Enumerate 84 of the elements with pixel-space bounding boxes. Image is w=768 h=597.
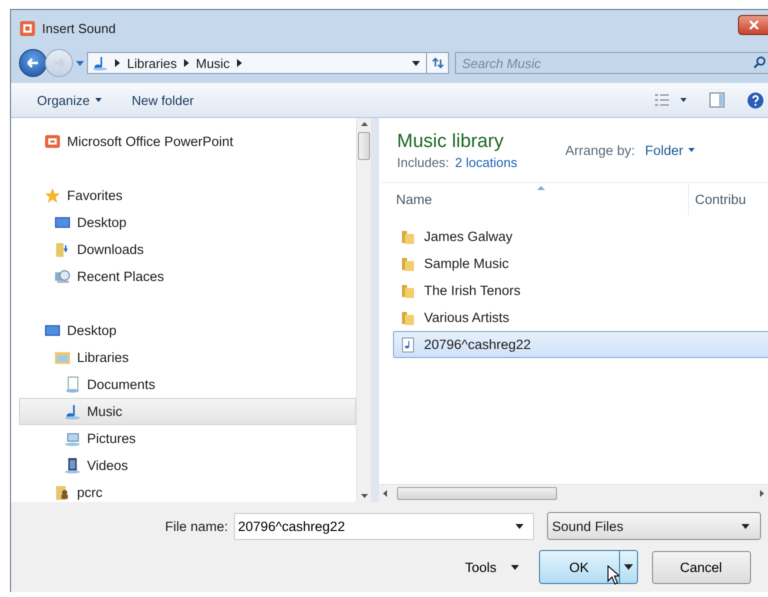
file-row[interactable]: Sample Music <box>393 250 768 277</box>
nav-item[interactable]: Documents <box>19 371 356 398</box>
recent-places-icon <box>54 268 71 285</box>
file-row[interactable]: 20796^cashreg22 <box>393 331 768 358</box>
new-folder-button[interactable]: New folder <box>124 88 202 112</box>
powerpoint-icon <box>44 133 61 150</box>
chevron-icon[interactable] <box>236 59 242 67</box>
view-list-icon[interactable] <box>654 93 670 107</box>
nav-item[interactable]: Desktop <box>19 317 356 344</box>
file-row[interactable]: The Irish Tenors <box>393 277 768 304</box>
breadcrumb[interactable]: Music <box>196 56 230 70</box>
sort-arrow-icon <box>537 186 545 190</box>
nav-item[interactable]: Desktop <box>19 209 356 236</box>
vertical-scrollbar[interactable] <box>356 118 371 502</box>
caret-icon <box>624 564 633 570</box>
locations-link[interactable]: 2 locations <box>455 154 518 170</box>
nav-item[interactable]: Downloads <box>19 236 356 263</box>
caret-icon <box>510 564 519 570</box>
window-title: Insert Sound <box>42 20 116 36</box>
film-icon <box>64 457 81 474</box>
nav-item[interactable]: pcrc <box>19 479 356 502</box>
help-icon[interactable] <box>747 92 764 108</box>
folder-icon <box>400 310 416 326</box>
column-header[interactable]: Contribu <box>689 183 768 215</box>
caret-icon <box>741 524 750 528</box>
refresh-button[interactable] <box>427 52 449 74</box>
libraries-icon <box>54 349 71 366</box>
address-bar[interactable]: Libraries Music <box>87 52 427 74</box>
folder-icon <box>400 282 416 298</box>
file-row[interactable]: James Galway <box>393 223 768 250</box>
back-button[interactable] <box>19 49 47 77</box>
desktop-icon <box>44 322 61 339</box>
file-row[interactable]: Various Artists <box>393 304 768 331</box>
folder-icon <box>400 256 416 272</box>
caret-icon[interactable] <box>515 524 524 528</box>
file-name-label: File name: <box>165 518 228 534</box>
column-header[interactable]: Name <box>379 183 689 215</box>
search-icon[interactable] <box>753 56 766 69</box>
arrange-label: Arrange by: <box>565 142 635 158</box>
nav-item[interactable]: Recent Places <box>19 263 356 290</box>
breadcrumb[interactable]: Libraries <box>127 56 177 70</box>
audio-file-icon <box>400 336 416 352</box>
nav-item[interactable]: Videos <box>19 452 356 479</box>
nav-item[interactable]: Music <box>19 398 356 425</box>
nav-item[interactable]: Microsoft Office PowerPoint <box>19 128 356 155</box>
pictures-icon <box>64 430 81 447</box>
close-button[interactable] <box>738 15 768 35</box>
library-title: Music library <box>397 130 505 152</box>
chevron-icon[interactable] <box>184 59 189 67</box>
close-icon <box>748 20 758 30</box>
nav-item[interactable]: Pictures <box>19 425 356 452</box>
cancel-button[interactable]: Cancel <box>652 550 751 584</box>
chevron-icon[interactable] <box>115 59 120 67</box>
tools-button[interactable]: Tools <box>465 560 519 574</box>
document-icon <box>64 376 81 393</box>
app-icon <box>19 20 36 36</box>
mouse-pointer-icon <box>606 565 619 585</box>
nav-item[interactable]: Libraries <box>19 344 356 371</box>
includes-label: Includes: <box>397 154 450 170</box>
refresh-icon <box>430 56 444 70</box>
user-folder-icon <box>54 484 71 501</box>
star-icon <box>44 187 61 204</box>
preview-pane-icon[interactable] <box>709 92 725 108</box>
music-note-icon <box>64 403 81 420</box>
scroll-right-icon[interactable] <box>760 490 764 497</box>
arrange-dropdown[interactable]: Folder <box>641 140 700 160</box>
caret-icon <box>688 148 696 152</box>
scroll-thumb[interactable] <box>397 487 557 500</box>
music-note-icon <box>92 55 108 71</box>
search-field[interactable]: Search Music <box>455 52 768 74</box>
caret-icon[interactable] <box>412 60 420 66</box>
scroll-thumb[interactable] <box>358 132 370 160</box>
folder-icon <box>400 228 416 244</box>
file-name-field[interactable]: 20796^cashreg22 <box>234 512 534 540</box>
organize-button[interactable]: Organize <box>29 88 110 112</box>
scroll-left-icon[interactable] <box>383 490 387 497</box>
desktop-icon <box>54 214 71 231</box>
caret-icon[interactable] <box>680 98 687 102</box>
nav-item[interactable]: Favorites <box>19 182 356 209</box>
scroll-down-icon[interactable] <box>360 494 368 498</box>
file-type-dropdown[interactable]: Sound Files <box>547 512 762 540</box>
horizontal-scrollbar[interactable] <box>379 484 768 502</box>
caret-icon <box>94 98 102 102</box>
scroll-up-icon[interactable] <box>360 122 368 126</box>
